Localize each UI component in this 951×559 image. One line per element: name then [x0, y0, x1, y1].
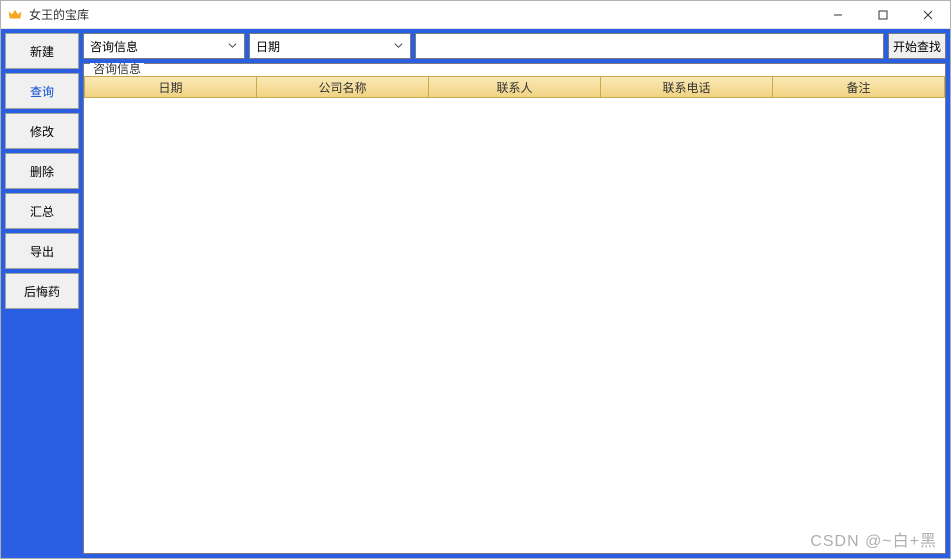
main-area: 咨询信息 日期 开始查找 咨询信息 日期 公司名 [83, 33, 946, 554]
query-toolbar: 咨询信息 日期 开始查找 [83, 33, 946, 59]
sidebar-item-edit[interactable]: 修改 [5, 113, 79, 149]
table-body [84, 98, 945, 553]
minimize-button[interactable] [815, 1, 860, 28]
sidebar-item-undo[interactable]: 后悔药 [5, 273, 79, 309]
column-header-contact[interactable]: 联系人 [429, 76, 601, 98]
app-window: 女王的宝库 新建 查询 修改 删除 汇总 导出 后悔药 [0, 0, 951, 559]
results-panel: 咨询信息 日期 公司名称 联系人 联系电话 备注 [83, 63, 946, 554]
maximize-button[interactable] [860, 1, 905, 28]
field-select-value: 日期 [256, 38, 390, 55]
sidebar-item-delete[interactable]: 删除 [5, 153, 79, 189]
content-area: 新建 查询 修改 删除 汇总 导出 后悔药 咨询信息 日期 [1, 29, 950, 558]
sidebar-item-summary[interactable]: 汇总 [5, 193, 79, 229]
window-title: 女王的宝库 [29, 6, 815, 23]
close-button[interactable] [905, 1, 950, 28]
window-controls [815, 1, 950, 28]
chevron-down-icon [224, 39, 240, 53]
category-select[interactable]: 咨询信息 [83, 33, 245, 59]
field-select[interactable]: 日期 [249, 33, 411, 59]
sidebar: 新建 查询 修改 删除 汇总 导出 后悔药 [5, 33, 79, 554]
column-header-company[interactable]: 公司名称 [257, 76, 429, 98]
column-header-date[interactable]: 日期 [84, 76, 257, 98]
sidebar-item-query[interactable]: 查询 [5, 73, 79, 109]
titlebar: 女王的宝库 [1, 1, 950, 29]
column-header-remark[interactable]: 备注 [773, 76, 945, 98]
crown-icon [7, 7, 23, 23]
category-select-value: 咨询信息 [90, 38, 224, 55]
search-button[interactable]: 开始查找 [888, 33, 946, 59]
chevron-down-icon [390, 39, 406, 53]
column-header-phone[interactable]: 联系电话 [601, 76, 773, 98]
sidebar-item-new[interactable]: 新建 [5, 33, 79, 69]
table-header: 日期 公司名称 联系人 联系电话 备注 [84, 76, 945, 98]
search-input[interactable] [415, 33, 884, 59]
sidebar-item-export[interactable]: 导出 [5, 233, 79, 269]
